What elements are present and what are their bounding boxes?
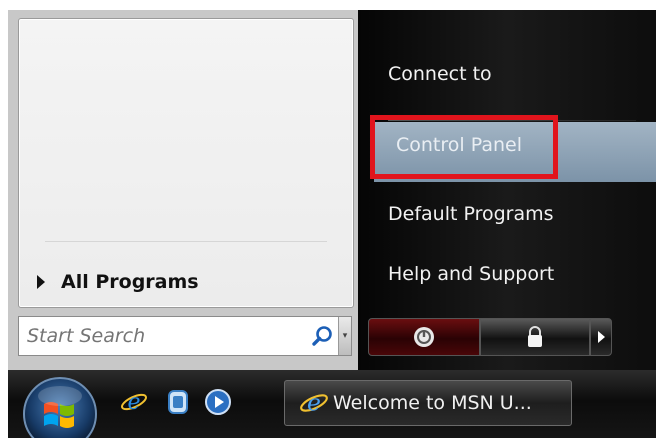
power-button[interactable]	[368, 318, 480, 356]
all-programs-button[interactable]: All Programs	[37, 267, 199, 297]
shutdown-options-button[interactable]	[590, 318, 612, 356]
programs-divider	[45, 241, 327, 242]
svg-text:e: e	[307, 389, 321, 417]
start-search-box[interactable]: ▾	[18, 316, 352, 356]
menu-item-label: Help and Support	[388, 263, 555, 285]
menu-item-label: Connect to	[388, 63, 492, 85]
annotation-highlight-box	[370, 115, 558, 179]
internet-explorer-icon[interactable]: e	[120, 388, 148, 416]
taskbar-window-title: Welcome to MSN U...	[333, 392, 532, 414]
arrow-right-icon	[37, 275, 45, 289]
switch-windows-icon[interactable]	[164, 388, 192, 416]
programs-pane: All Programs	[18, 18, 354, 308]
search-icon[interactable]	[308, 321, 338, 351]
all-programs-label: All Programs	[61, 271, 199, 293]
chevron-right-icon	[597, 331, 605, 343]
menu-item-connect-to[interactable]: Connect to	[388, 56, 492, 92]
shutdown-controls	[368, 318, 612, 356]
media-player-icon[interactable]	[204, 388, 232, 416]
internet-explorer-icon: e	[300, 389, 328, 417]
lock-icon	[528, 326, 542, 347]
start-search-input[interactable]	[19, 317, 308, 355]
taskbar-window-button[interactable]: e Welcome to MSN U...	[284, 380, 572, 426]
menu-item-label: Default Programs	[388, 203, 554, 225]
svg-text:e: e	[127, 390, 140, 415]
power-icon	[414, 327, 434, 347]
chevron-down-icon[interactable]: ▾	[338, 317, 351, 355]
menu-item-help-and-support[interactable]: Help and Support	[388, 256, 554, 292]
screenshot-frame: All Programs ▾ Connect to Control Panel …	[8, 10, 656, 438]
menu-item-default-programs[interactable]: Default Programs	[388, 196, 554, 232]
lock-button[interactable]	[480, 318, 590, 356]
start-orb-icon[interactable]	[20, 374, 100, 438]
start-menu-right-pane: Connect to Control Panel Default Program…	[358, 10, 656, 370]
